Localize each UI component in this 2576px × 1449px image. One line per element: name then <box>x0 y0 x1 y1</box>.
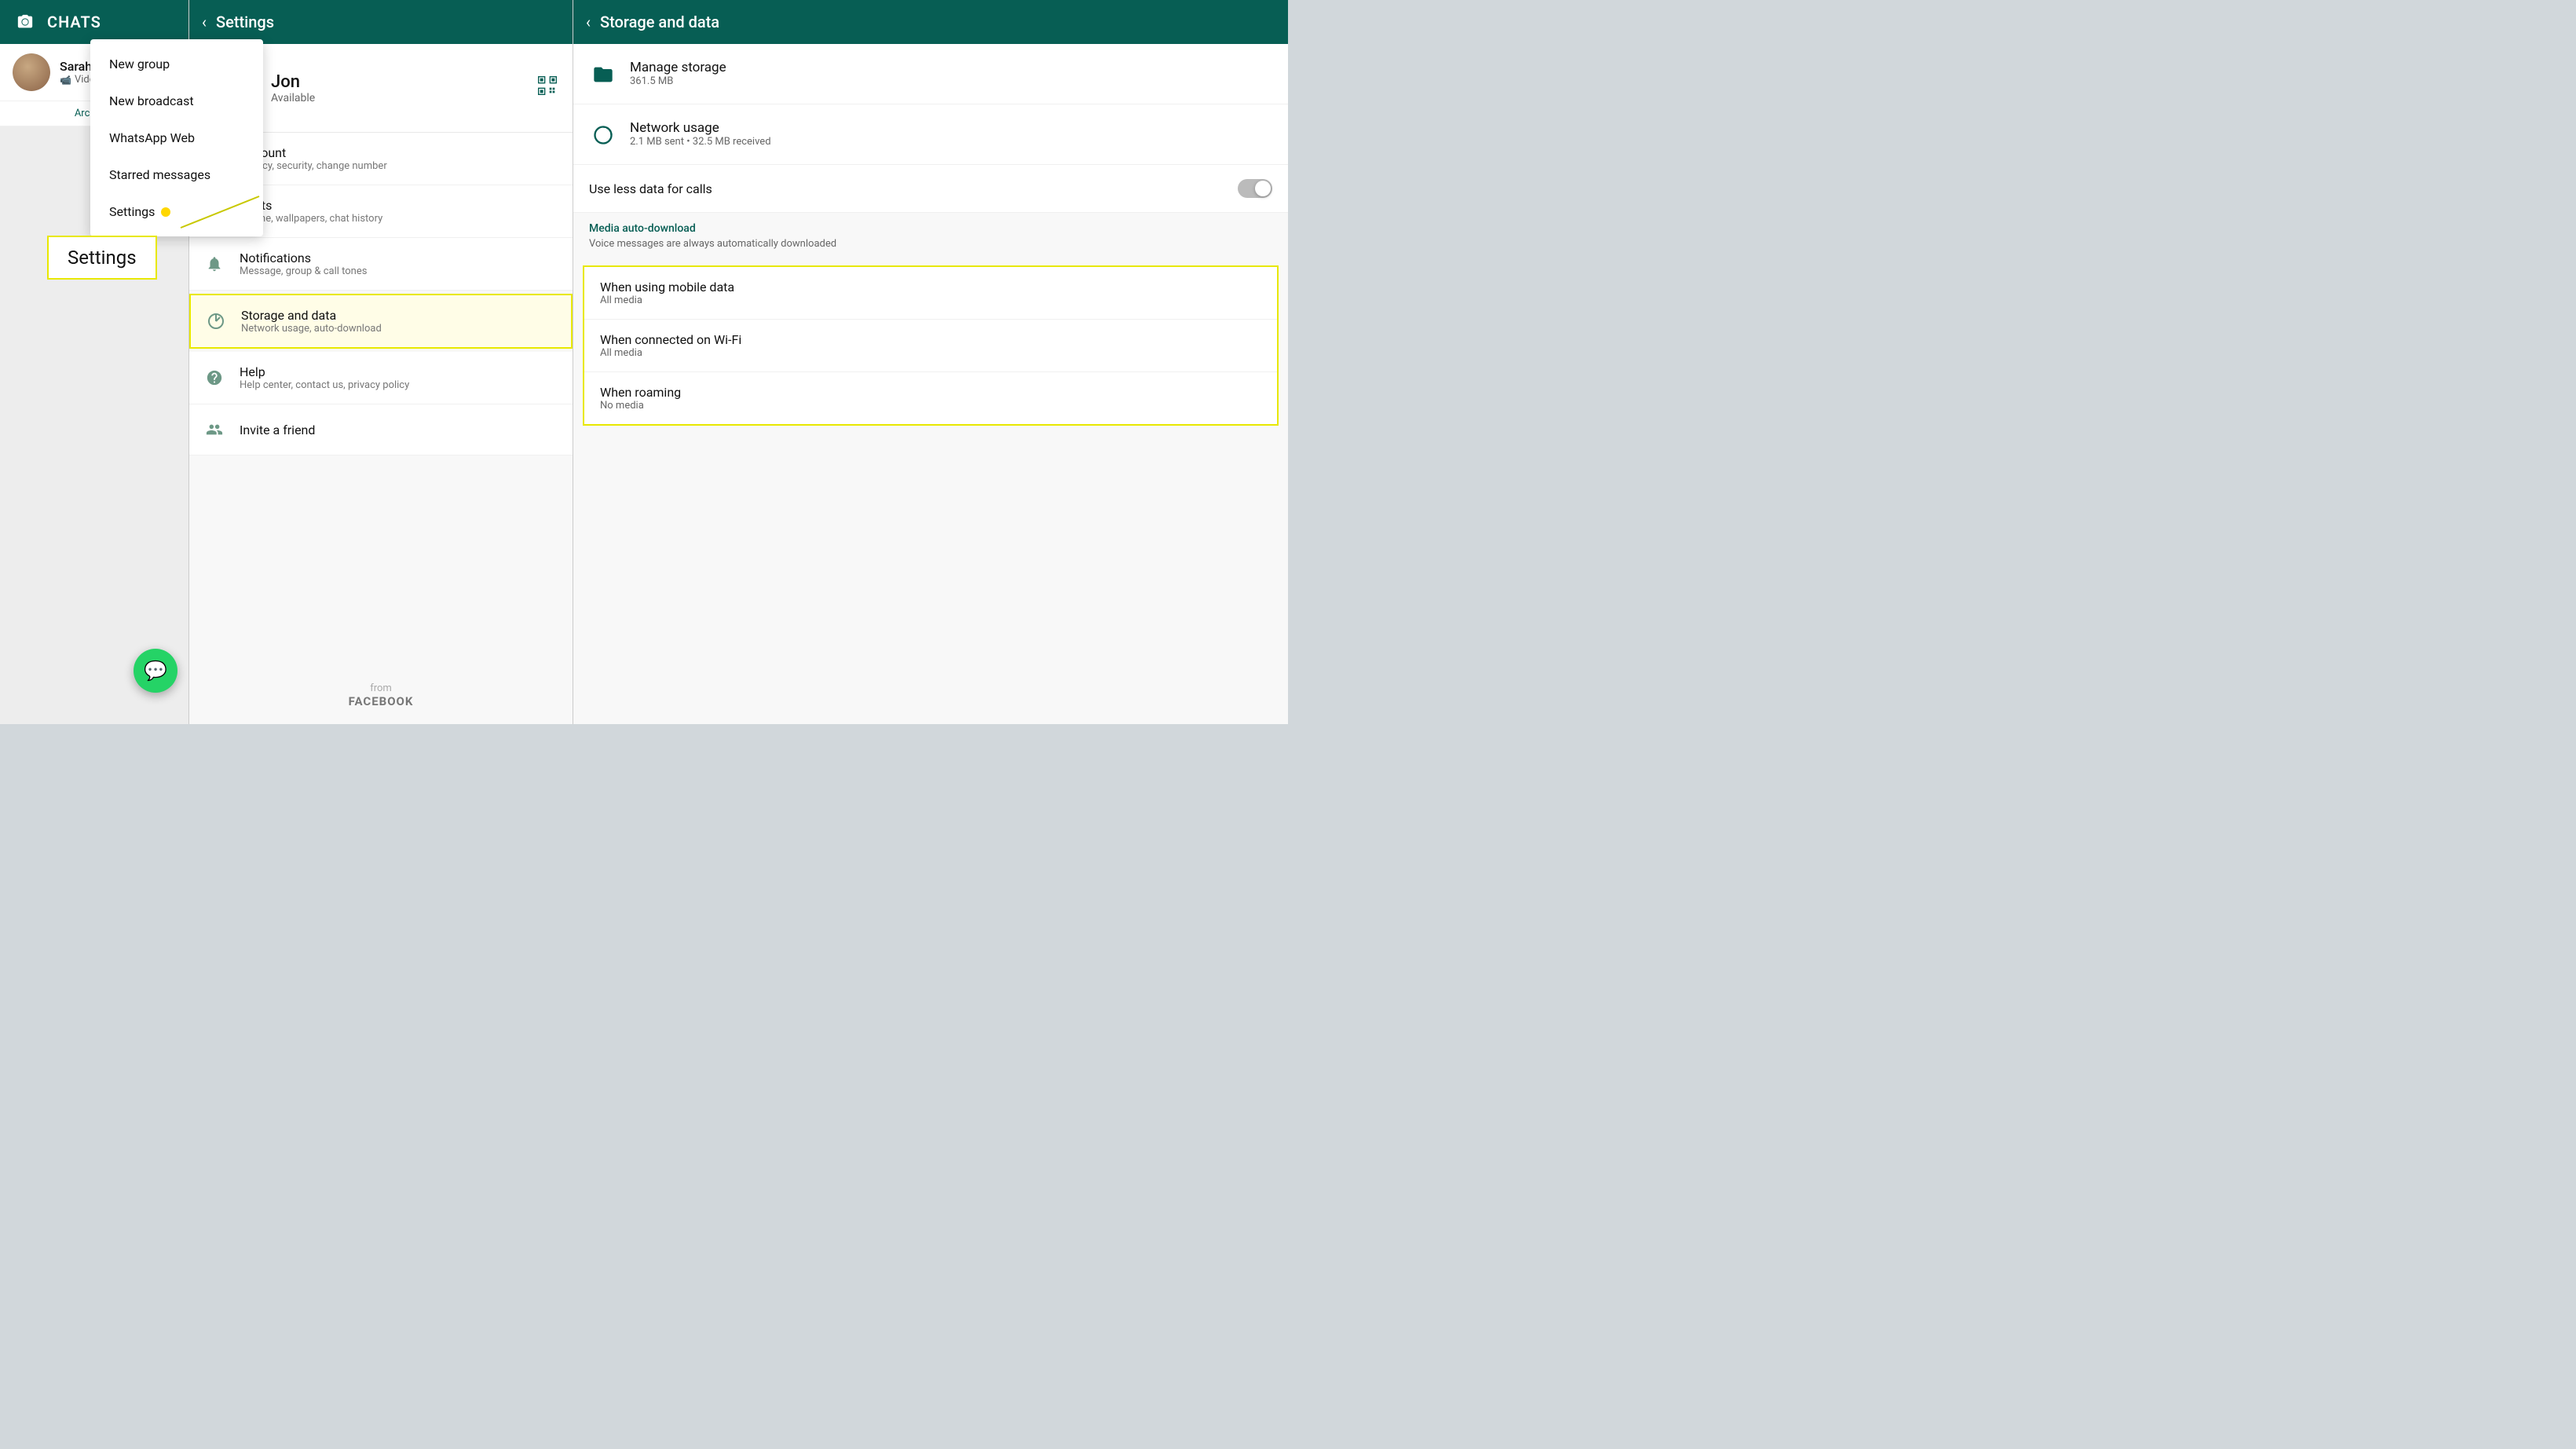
sarah-avatar <box>13 53 50 91</box>
storage-panel-title: Storage and data <box>600 13 719 31</box>
notifications-icon <box>202 251 227 276</box>
compose-fab-button[interactable]: 💬 <box>134 649 177 693</box>
from-label: from <box>205 682 557 694</box>
network-usage-title: Network usage <box>630 120 1272 136</box>
use-less-data-row[interactable]: Use less data for calls <box>573 165 1288 213</box>
account-subtitle: Privacy, security, change number <box>240 160 560 172</box>
settings-callout-box: Settings <box>47 236 157 280</box>
dropdown-new-broadcast[interactable]: New broadcast <box>90 82 263 119</box>
storage-list: Manage storage 361.5 MB Network usage 2.… <box>573 44 1288 724</box>
storage-subtitle: Network usage, auto-download <box>241 323 558 335</box>
use-less-data-toggle[interactable] <box>1238 179 1272 198</box>
qr-code-icon[interactable] <box>535 73 560 104</box>
use-less-data-label: Use less data for calls <box>589 181 1238 196</box>
settings-panel-title: Settings <box>216 13 274 31</box>
invite-icon <box>202 417 227 442</box>
camera-icon[interactable] <box>13 9 38 35</box>
settings-notification-dot <box>161 207 170 217</box>
mobile-data-item[interactable]: When using mobile data All media <box>584 267 1277 320</box>
profile-name: Jon <box>271 72 522 92</box>
facebook-brand: FACEBOOK <box>205 694 557 708</box>
dropdown-new-group[interactable]: New group <box>90 46 263 82</box>
folder-icon <box>589 60 617 88</box>
compose-icon: 💬 <box>144 660 167 682</box>
network-usage-stats: 2.1 MB sent • 32.5 MB received <box>630 136 1272 148</box>
notifications-subtitle: Message, group & call tones <box>240 265 560 277</box>
settings-storage-item[interactable]: Storage and data Network usage, auto-dow… <box>189 294 573 349</box>
help-icon <box>202 365 227 390</box>
account-title: Account <box>240 145 560 160</box>
settings-invite-item[interactable]: Invite a friend <box>189 404 573 456</box>
settings-notifications-item[interactable]: Notifications Message, group & call tone… <box>189 238 573 291</box>
notifications-title: Notifications <box>240 251 560 265</box>
profile-status: Available <box>271 92 522 104</box>
left-panel: CHATS Sarah 📹 Video Archived New group N… <box>0 0 188 724</box>
facebook-footer: from FACEBOOK <box>189 667 573 724</box>
mobile-data-title: When using mobile data <box>600 280 1261 295</box>
help-title: Help <box>240 364 560 379</box>
settings-help-item[interactable]: Help Help center, contact us, privacy po… <box>189 352 573 404</box>
storage-panel-header: ‹ Storage and data <box>573 0 1288 44</box>
roaming-title: When roaming <box>600 385 1261 400</box>
storage-icon <box>203 309 229 334</box>
settings-panel-header: ‹ Settings <box>189 0 573 44</box>
dropdown-menu: New group New broadcast WhatsApp Web Sta… <box>90 39 263 236</box>
dropdown-settings[interactable]: Settings <box>90 193 263 230</box>
chats-tab-label: CHATS <box>47 13 101 31</box>
media-auto-subtitle: Voice messages are always automatically … <box>573 238 1288 259</box>
dropdown-whatsapp-web[interactable]: WhatsApp Web <box>90 119 263 156</box>
manage-storage-title: Manage storage <box>630 60 1272 75</box>
network-usage-item[interactable]: Network usage 2.1 MB sent • 32.5 MB rece… <box>573 104 1288 165</box>
roaming-subtitle: No media <box>600 400 1261 412</box>
right-panel: ‹ Storage and data Manage storage 361.5 … <box>573 0 1288 724</box>
manage-storage-size: 361.5 MB <box>630 75 1272 87</box>
settings-back-button[interactable]: ‹ <box>202 13 207 31</box>
auto-download-box: When using mobile data All media When co… <box>583 265 1279 426</box>
wifi-title: When connected on Wi-Fi <box>600 332 1261 347</box>
wifi-item[interactable]: When connected on Wi-Fi All media <box>584 320 1277 372</box>
chats-settings-subtitle: Theme, wallpapers, chat history <box>240 213 560 225</box>
storage-back-button[interactable]: ‹ <box>586 13 591 31</box>
media-auto-title: Media auto-download <box>589 222 1272 235</box>
manage-storage-item[interactable]: Manage storage 361.5 MB <box>573 44 1288 104</box>
roaming-item[interactable]: When roaming No media <box>584 372 1277 424</box>
video-camera-icon: 📹 <box>60 75 71 86</box>
dropdown-starred-messages[interactable]: Starred messages <box>90 156 263 193</box>
left-panel-header: CHATS <box>0 0 188 44</box>
wifi-subtitle: All media <box>600 347 1261 359</box>
storage-title: Storage and data <box>241 308 558 323</box>
profile-info: Jon Available <box>271 72 522 104</box>
mobile-data-subtitle: All media <box>600 295 1261 306</box>
invite-title: Invite a friend <box>240 423 560 437</box>
help-subtitle: Help center, contact us, privacy policy <box>240 379 560 391</box>
chats-settings-title: Chats <box>240 198 560 213</box>
media-auto-header: Media auto-download <box>573 213 1288 238</box>
network-icon <box>589 120 617 148</box>
